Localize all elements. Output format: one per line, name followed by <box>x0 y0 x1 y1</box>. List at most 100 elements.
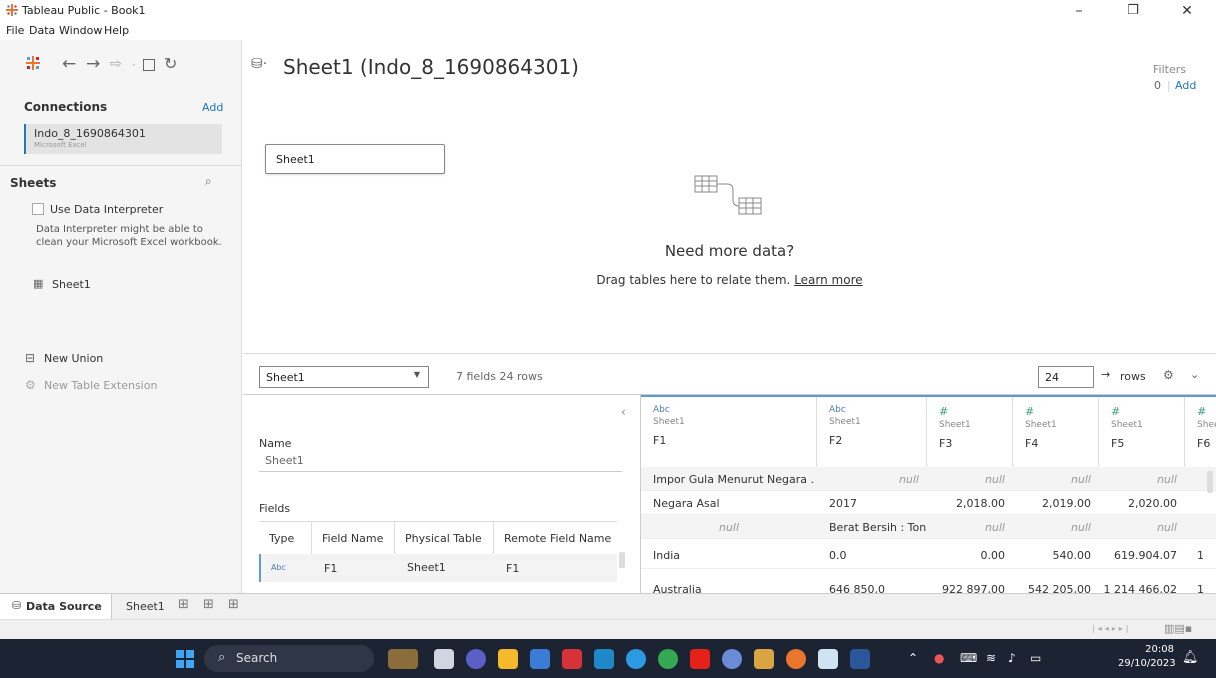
grid-cell[interactable]: 2,020.00 <box>1099 491 1185 515</box>
grid-cell[interactable]: 646 850,0 <box>829 579 927 593</box>
mcafee-icon[interactable] <box>562 649 582 669</box>
table-row[interactable]: Abc F1 Sheet1 F1 <box>259 554 617 582</box>
menu-help[interactable]: Help <box>104 24 129 37</box>
grid-cell[interactable]: null <box>1099 515 1185 539</box>
sheet-navigation-icon[interactable]: |◂◂▸▸| <box>1092 624 1131 633</box>
grid-cell[interactable]: 922 897,00 <box>927 579 1013 593</box>
chrome-icon[interactable] <box>658 649 678 669</box>
grid-cell[interactable]: Australia <box>653 579 813 593</box>
save-icon[interactable] <box>143 59 155 71</box>
type-number-icon[interactable]: # <box>1025 405 1098 418</box>
settings-icon[interactable] <box>722 649 742 669</box>
refresh-arrow-icon[interactable]: ⇨ <box>110 56 122 72</box>
clock-time[interactable]: 20:08 <box>1144 644 1174 655</box>
column-header-f1[interactable]: Abc Sheet1 F1 <box>641 397 817 467</box>
type-number-icon[interactable]: # <box>1111 405 1184 418</box>
grid-cell[interactable]: null <box>1099 467 1185 491</box>
youtube-icon[interactable] <box>690 649 710 669</box>
learn-more-link[interactable]: Learn more <box>794 273 862 287</box>
forward-arrow-icon[interactable]: → <box>86 54 100 74</box>
grid-cell[interactable]: Negara Asal <box>653 491 813 515</box>
apply-rows-arrow-icon[interactable]: → <box>1101 368 1110 381</box>
grid-cell[interactable] <box>1193 491 1213 515</box>
grid-cell[interactable]: 1 <box>1197 579 1216 593</box>
back-arrow-icon[interactable]: ← <box>62 54 76 74</box>
tableau-taskbar-icon[interactable] <box>818 649 838 669</box>
column-header-f6[interactable]: # Shee F6 <box>1185 397 1216 467</box>
new-worksheet-icon[interactable]: ⊞ <box>178 597 189 612</box>
grid-cell[interactable]: null <box>1013 467 1099 491</box>
grid-cell[interactable]: 1 214 466,02 <box>1099 579 1185 593</box>
new-table-extension-button[interactable]: New Table Extension <box>44 379 157 392</box>
task-view-icon[interactable] <box>434 649 454 669</box>
name-value[interactable]: Sheet1 <box>265 454 304 467</box>
logical-table-sheet1[interactable]: Sheet1 <box>265 144 445 174</box>
add-connection-link[interactable]: Add <box>202 101 223 114</box>
grid-cell[interactable]: 0.0 <box>829 539 927 563</box>
wifi-icon[interactable]: ≋ <box>986 651 996 665</box>
chrome-alt-icon[interactable] <box>786 649 806 669</box>
grid-cell[interactable]: Berat Bersih : Ton <box>829 515 927 539</box>
grid-cell[interactable]: 2017 <box>829 491 927 515</box>
word-icon[interactable] <box>850 649 870 669</box>
type-number-icon[interactable]: # <box>939 405 1012 418</box>
microsoft-store-icon[interactable] <box>530 649 550 669</box>
grid-cell[interactable]: 2,018.00 <box>927 491 1013 515</box>
join-canvas[interactable]: ⛁· Sheet1 (Indo_8_1690864301) Filters 0 … <box>243 40 1216 353</box>
grid-cell[interactable]: 540.00 <box>1013 539 1099 563</box>
type-string-icon[interactable]: Abc <box>271 563 286 572</box>
l-app-icon[interactable] <box>594 649 614 669</box>
view-toggle-icon[interactable]: ▥▤▪ <box>1164 622 1192 635</box>
close-button[interactable]: ✕ <box>1164 0 1210 22</box>
new-union-button[interactable]: New Union <box>44 352 103 365</box>
teams-icon[interactable] <box>466 649 486 669</box>
grid-cell[interactable]: 1 <box>1197 539 1216 563</box>
col-header-field-name[interactable]: Field Name <box>312 522 395 554</box>
menu-window[interactable]: Window <box>59 24 102 37</box>
connection-item[interactable]: Indo_8_1690864301 Microsoft Excel <box>24 124 222 154</box>
grid-cell[interactable]: null <box>641 515 817 539</box>
grid-cell[interactable]: null <box>927 515 1013 539</box>
dropdown-arrow-icon[interactable]: · <box>132 58 136 72</box>
grid-cell[interactable]: 619.904.07 <box>1099 539 1185 563</box>
windows-start-icon[interactable] <box>176 650 194 668</box>
grid-cell[interactable] <box>1193 515 1213 539</box>
data-interpreter-checkbox[interactable] <box>32 203 44 215</box>
tray-chevron-up-icon[interactable]: ⌃ <box>908 651 918 665</box>
settings-gear-icon[interactable]: ⚙ <box>1163 368 1174 382</box>
keyboard-icon[interactable]: ⌨ <box>960 651 977 665</box>
field-name-cell[interactable]: F1 <box>324 562 337 575</box>
file-explorer-icon[interactable] <box>498 649 518 669</box>
column-header-f5[interactable]: # Sheet1 F5 <box>1099 397 1185 467</box>
sheet-item-sheet1[interactable]: Sheet1 <box>52 278 91 291</box>
menu-data[interactable]: Data <box>29 24 55 37</box>
datasource-title[interactable]: Sheet1 (Indo_8_1690864301) <box>283 55 579 79</box>
minimize-button[interactable]: – <box>1056 0 1102 22</box>
filters-add-link[interactable]: Add <box>1175 79 1196 92</box>
menu-file[interactable]: File <box>6 24 24 37</box>
weather-widget-icon[interactable] <box>388 649 418 669</box>
grid-scrollbar-thumb[interactable] <box>1207 471 1213 493</box>
reload-icon[interactable]: ↻ <box>164 54 177 73</box>
type-number-icon[interactable]: # <box>1197 405 1216 418</box>
taskbar-search[interactable]: ⌕ Search <box>204 645 374 672</box>
battery-icon[interactable]: ▭ <box>1030 651 1041 665</box>
app-icon[interactable] <box>754 649 774 669</box>
grid-cell[interactable]: 2,019.00 <box>1013 491 1099 515</box>
search-icon[interactable]: ⌕ <box>205 174 212 189</box>
grid-cell[interactable]: null <box>817 467 927 491</box>
col-header-physical-table[interactable]: Physical Table <box>395 522 494 554</box>
tab-data-source[interactable]: ⛁ Data Source <box>0 594 112 619</box>
sheet-select[interactable]: Sheet1 ▼ <box>259 366 429 388</box>
column-header-f3[interactable]: # Sheet1 F3 <box>927 397 1013 467</box>
scrollbar-thumb[interactable] <box>619 552 625 568</box>
rows-input[interactable]: 24 <box>1038 366 1094 388</box>
type-string-icon[interactable]: Abc <box>653 405 816 415</box>
edge-icon[interactable] <box>626 649 646 669</box>
new-story-icon[interactable]: ⊞ <box>228 597 239 612</box>
collapse-chevron-icon[interactable]: ‹ <box>621 405 626 419</box>
volume-icon[interactable]: ♪ <box>1008 651 1016 665</box>
notification-bell-icon[interactable]: 🔔︎ <box>1182 650 1199 665</box>
grid-cell[interactable]: null <box>927 467 1013 491</box>
new-dashboard-icon[interactable]: ⊞ <box>203 597 214 612</box>
